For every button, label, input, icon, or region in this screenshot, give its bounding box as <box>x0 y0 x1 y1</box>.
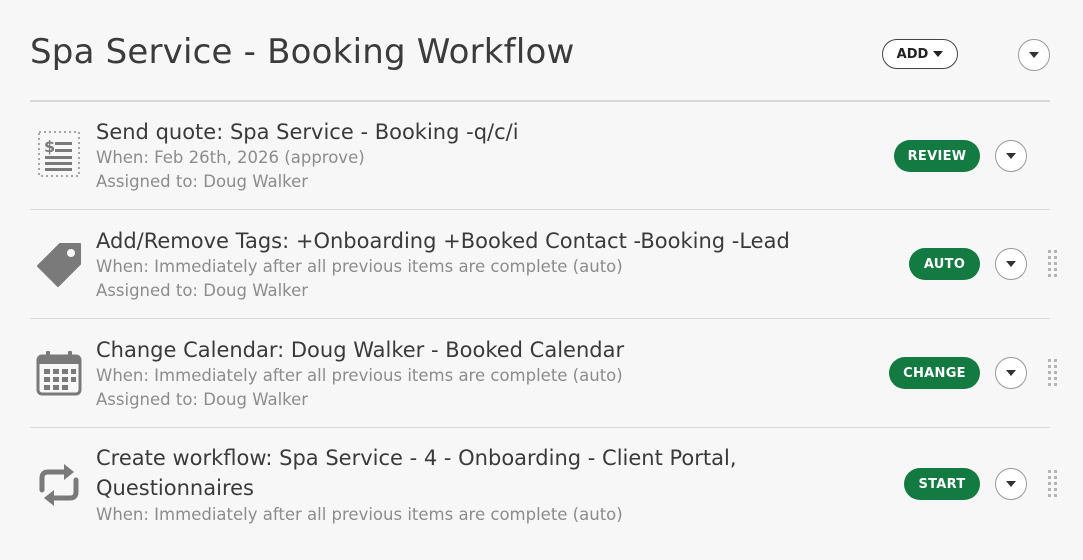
drag-handle-icon[interactable] <box>1048 470 1058 498</box>
item-title: Change Calendar: Doug Walker - Booked Ca… <box>96 338 625 362</box>
svg-text:$: $ <box>44 137 55 156</box>
caret-down-icon <box>933 51 944 57</box>
workflow-options-dropdown[interactable] <box>1018 39 1050 71</box>
workflow-item-send-quote: $ Send quote: Spa Service - Booking -q/c… <box>30 102 1050 210</box>
item-assigned: Assigned to: Doug Walker <box>96 390 309 409</box>
workflow-item-calendar: Change Calendar: Doug Walker - Booked Ca… <box>30 319 1057 428</box>
item-title: Send quote: Spa Service - Booking -q/c/i <box>96 120 519 144</box>
workflow-header: Spa Service - Booking Workflow ADD <box>30 0 1050 102</box>
add-button-label: ADD <box>896 46 929 62</box>
item-assigned: Assigned to: Doug Walker <box>96 281 309 300</box>
item-options-dropdown[interactable] <box>995 468 1027 500</box>
caret-down-icon <box>1029 52 1039 58</box>
workflow-repeat-icon <box>34 460 84 510</box>
caret-down-icon <box>1006 153 1016 159</box>
item-when: When: Feb 26th, 2026 (approve) <box>96 148 365 167</box>
item-options-dropdown[interactable] <box>995 248 1027 280</box>
page-title: Spa Service - Booking Workflow <box>30 32 575 72</box>
workflow-item-create-workflow: Create workflow: Spa Service - 4 - Onboa… <box>30 428 1057 560</box>
item-title-line-1: Create workflow: Spa Service - 4 - Onboa… <box>96 446 737 470</box>
review-button[interactable]: REVIEW <box>894 140 980 172</box>
item-title: Add/Remove Tags: +Onboarding +Booked Con… <box>96 229 790 253</box>
workflow-item-tags: Add/Remove Tags: +Onboarding +Booked Con… <box>30 210 1057 319</box>
quote-document-icon: $ <box>34 130 84 180</box>
caret-down-icon <box>1006 261 1016 267</box>
start-button[interactable]: START <box>904 468 980 500</box>
add-button[interactable]: ADD <box>882 39 958 69</box>
caret-down-icon <box>1006 370 1016 376</box>
drag-handle-icon[interactable] <box>1048 359 1058 387</box>
item-when: When: Immediately after all previous ite… <box>96 366 623 385</box>
item-title-line-2: Questionnaires <box>96 476 254 500</box>
change-button[interactable]: CHANGE <box>889 357 980 389</box>
item-options-dropdown[interactable] <box>995 357 1027 389</box>
calendar-icon <box>34 349 84 399</box>
item-when: When: Immediately after all previous ite… <box>96 505 623 524</box>
item-options-dropdown[interactable] <box>995 140 1027 172</box>
tag-icon <box>34 240 84 290</box>
caret-down-icon <box>1006 481 1016 487</box>
drag-handle-icon[interactable] <box>1048 250 1058 278</box>
auto-button[interactable]: AUTO <box>909 248 980 280</box>
item-when: When: Immediately after all previous ite… <box>96 257 623 276</box>
item-assigned: Assigned to: Doug Walker <box>96 172 309 191</box>
